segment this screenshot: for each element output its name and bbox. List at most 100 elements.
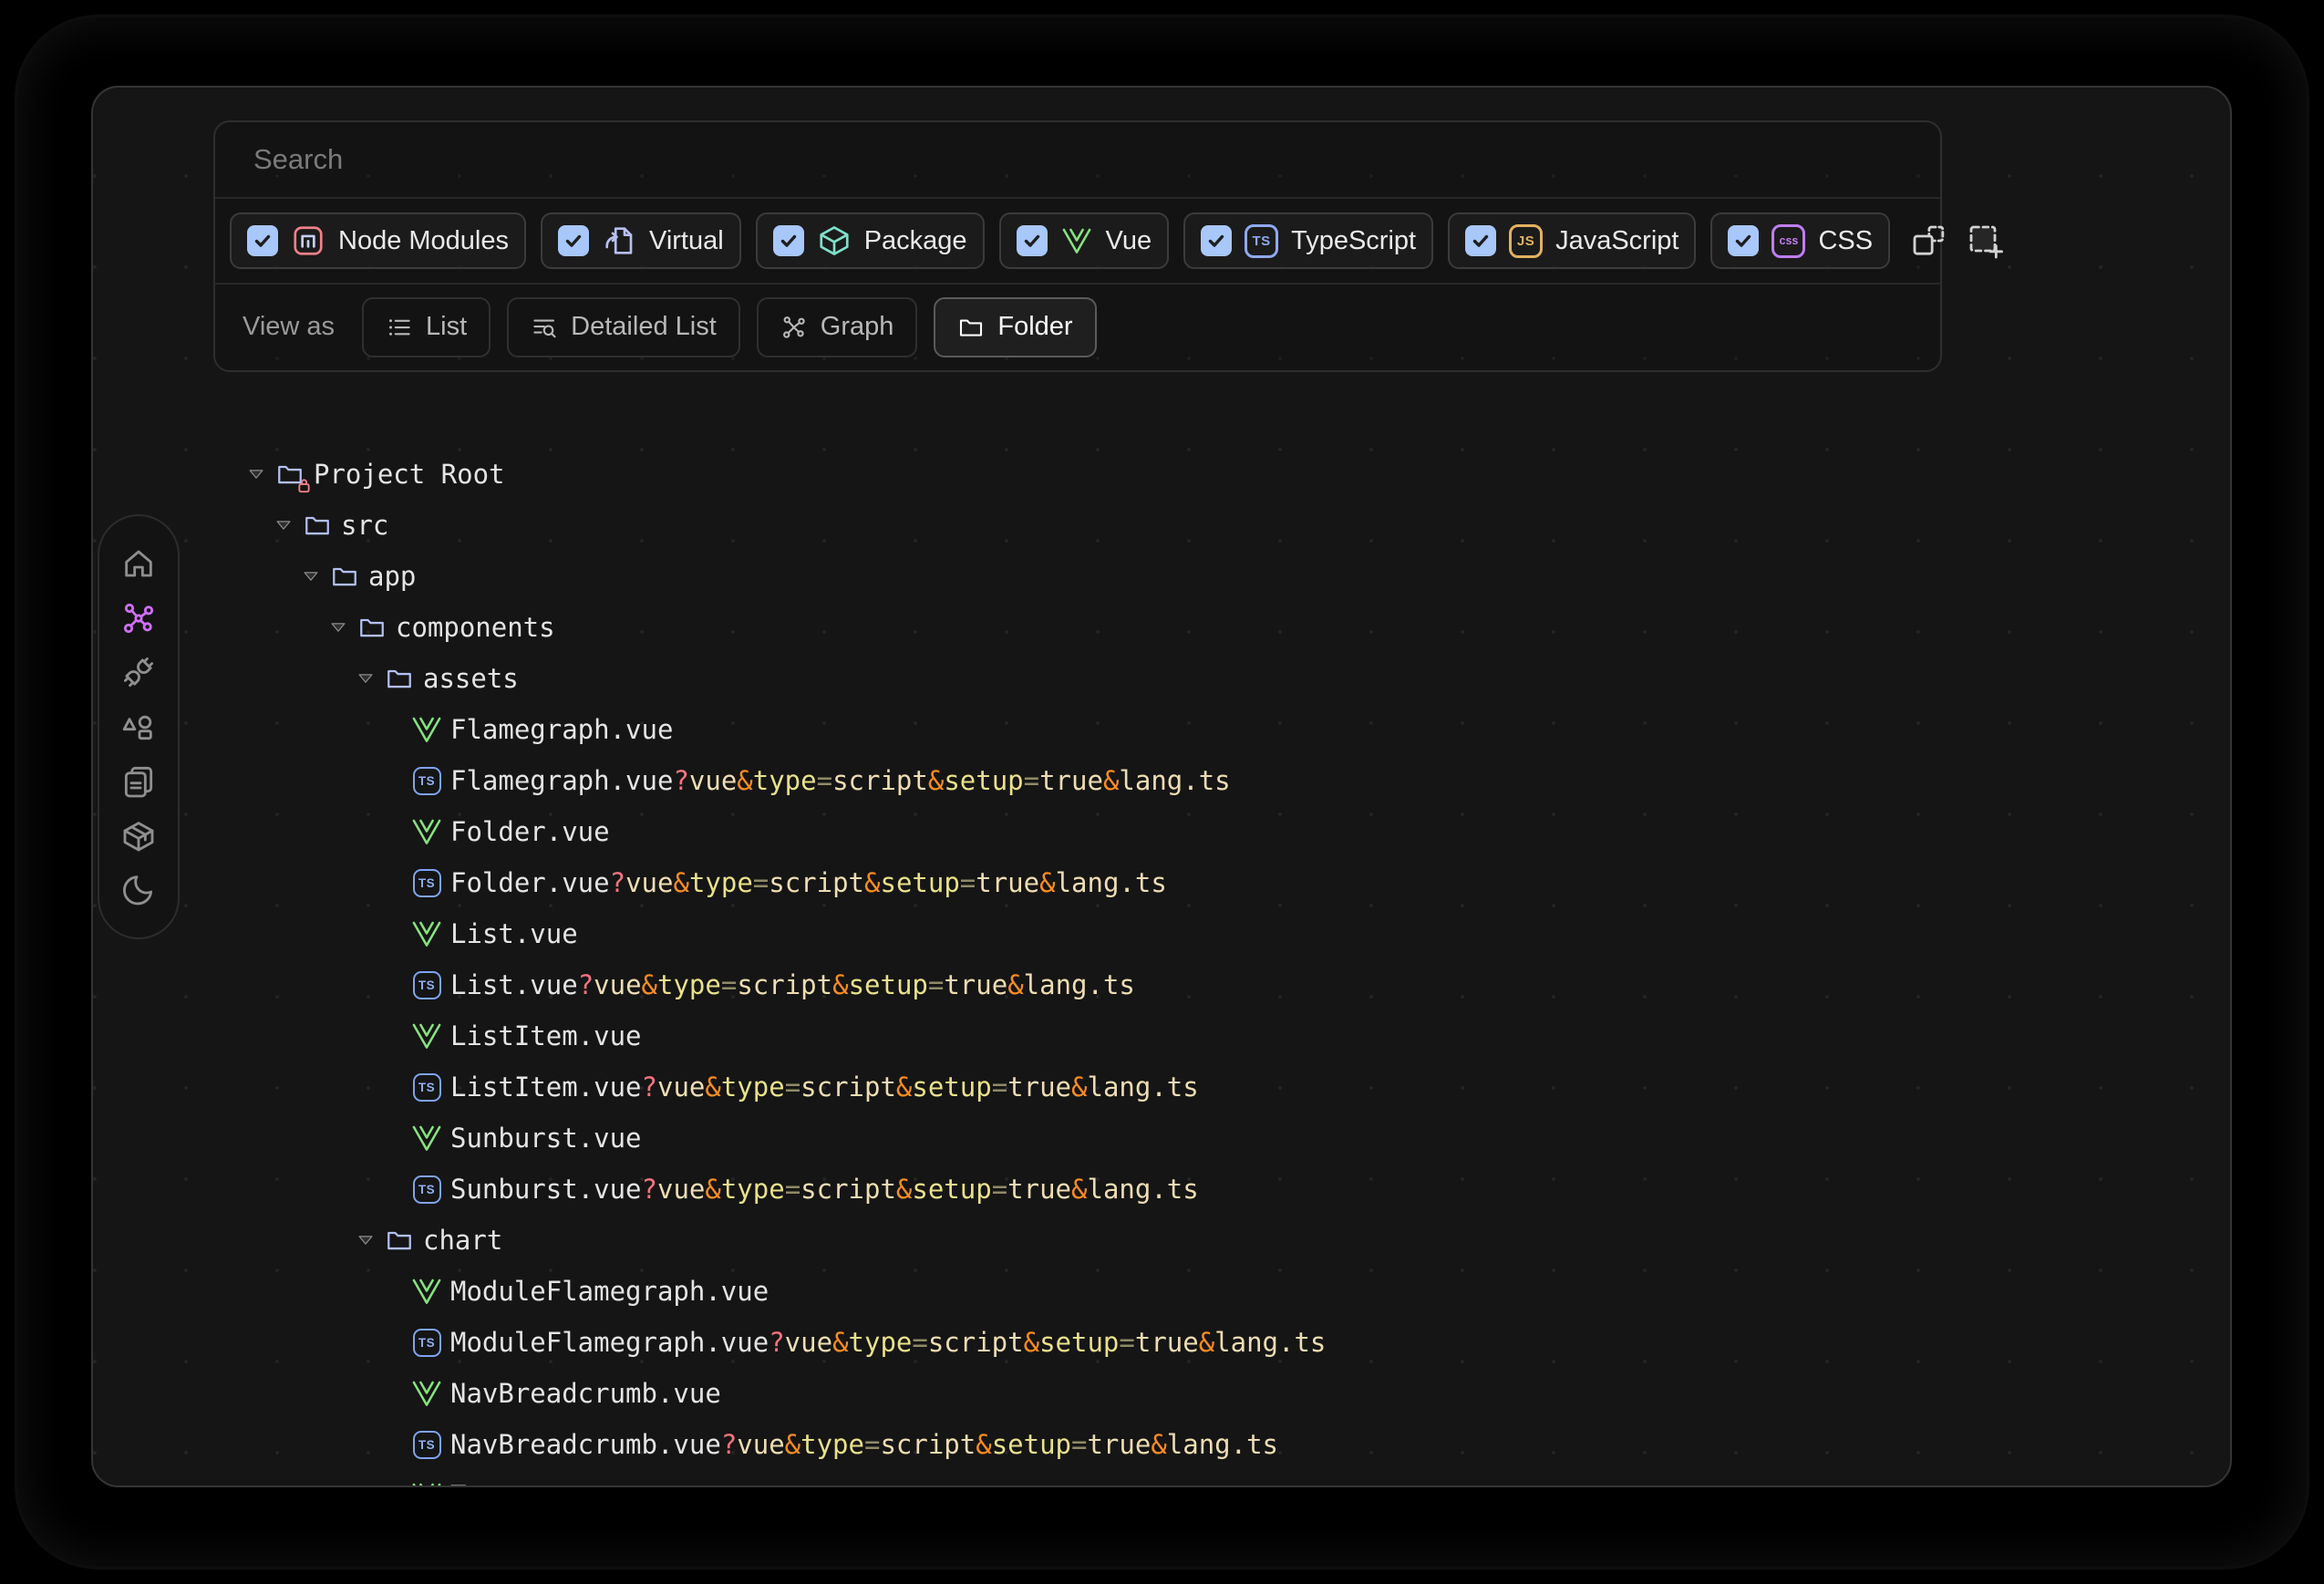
- search-input[interactable]: [252, 142, 1904, 177]
- tree-row[interactable]: Folder.vue: [93, 806, 2230, 857]
- tree-row[interactable]: ModuleFlamegraph.vue: [93, 1266, 2230, 1317]
- tree-row[interactable]: Treemap.vue: [93, 1470, 2230, 1487]
- query-part: script: [832, 765, 928, 796]
- query-part: &: [832, 1327, 848, 1358]
- checkbox[interactable]: [247, 225, 278, 256]
- filter-chip-typescript[interactable]: TSTypeScript: [1183, 212, 1433, 269]
- view-as-option-label: Folder: [997, 312, 1072, 342]
- expand-arrow-icon[interactable]: [274, 515, 301, 535]
- checkbox[interactable]: [1017, 225, 1048, 256]
- file-name: Flamegraph.vue: [450, 765, 673, 796]
- query-part: type: [657, 969, 721, 1000]
- tree-row[interactable]: components: [93, 602, 2230, 653]
- folder-icon: [356, 613, 388, 642]
- filter-label: Virtual: [649, 226, 724, 256]
- tree-row[interactable]: app: [93, 551, 2230, 602]
- file-name: ModuleFlamegraph.vue: [450, 1327, 769, 1358]
- tree-row[interactable]: TSFlamegraph.vue?vue&type=script&setup=t…: [93, 755, 2230, 806]
- app-window: Node ModulesVirtualPackageVueTSTypeScrip…: [91, 86, 2232, 1487]
- expand-arrow-icon[interactable]: [328, 617, 356, 637]
- filter-label: TypeScript: [1291, 226, 1416, 256]
- checkbox[interactable]: [558, 225, 589, 256]
- query-part: =: [785, 1072, 800, 1103]
- tree-row[interactable]: ListItem.vue: [93, 1010, 2230, 1061]
- select-area-button[interactable]: [1967, 216, 2003, 265]
- tree-row[interactable]: TSList.vue?vue&type=script&setup=true&la…: [93, 959, 2230, 1010]
- query-part: lang.ts: [1214, 1327, 1326, 1358]
- tree-row[interactable]: TSNavBreadcrumb.vue?vue&type=script&setu…: [93, 1419, 2230, 1470]
- query-part: &: [928, 765, 944, 796]
- query-part: =: [992, 1174, 1007, 1205]
- query-part: vue: [657, 1174, 705, 1205]
- tree-row[interactable]: TSSunburst.vue?vue&type=script&setup=tru…: [93, 1164, 2230, 1215]
- query-part: ?: [578, 969, 594, 1000]
- query-part: true: [1087, 1429, 1151, 1460]
- query-part: type: [849, 1327, 913, 1358]
- view-as-list-button[interactable]: List: [362, 297, 491, 357]
- query-string: ?vue&type=script&setup=true&lang.ts: [673, 765, 1230, 796]
- checkbox[interactable]: [1201, 225, 1232, 256]
- query-part: =: [753, 867, 769, 898]
- query-part: ?: [642, 1072, 657, 1103]
- query-part: lang.ts: [1167, 1429, 1278, 1460]
- query-part: &: [976, 1429, 991, 1460]
- query-part: &: [1007, 969, 1023, 1000]
- query-part: vue: [737, 1429, 784, 1460]
- query-part: vue: [689, 765, 737, 796]
- filter-chip-package[interactable]: Package: [756, 212, 985, 269]
- tree-row[interactable]: NavBreadcrumb.vue: [93, 1368, 2230, 1419]
- folder-icon: [383, 664, 416, 693]
- view-as-graph-button[interactable]: Graph: [757, 297, 918, 357]
- query-part: &: [673, 867, 688, 898]
- expand-arrow-icon[interactable]: [356, 1230, 383, 1250]
- query-part: =: [912, 1327, 927, 1358]
- filter-chip-vue[interactable]: Vue: [999, 212, 1170, 269]
- tree-row[interactable]: TSListItem.vue?vue&type=script&setup=tru…: [93, 1061, 2230, 1113]
- folder-name: chart: [423, 1225, 502, 1256]
- filter-chip-virtual[interactable]: Virtual: [541, 212, 741, 269]
- query-part: true: [1007, 1072, 1071, 1103]
- filter-chip-javascript[interactable]: JSJavaScript: [1448, 212, 1696, 269]
- view-as-option-label: Detailed List: [571, 312, 717, 342]
- tree-row[interactable]: Flamegraph.vue: [93, 704, 2230, 755]
- checkbox[interactable]: [1465, 225, 1496, 256]
- module-tree: Project RootsrcappcomponentsassetsFlameg…: [93, 449, 2230, 1487]
- view-as-folder-button[interactable]: Folder: [934, 297, 1096, 357]
- view-as-detailed-list-button[interactable]: Detailed List: [507, 297, 740, 357]
- query-part: setup: [1039, 1327, 1119, 1358]
- vue-file-icon: [410, 1479, 443, 1487]
- tree-row[interactable]: chart: [93, 1215, 2230, 1266]
- tree-row[interactable]: src: [93, 500, 2230, 551]
- vue-file-icon: [410, 1122, 443, 1154]
- checkbox[interactable]: [1728, 225, 1759, 256]
- vue-file-icon: [410, 917, 443, 950]
- query-part: &: [896, 1072, 912, 1103]
- filter-chip-node-modules[interactable]: Node Modules: [230, 212, 526, 269]
- tree-row[interactable]: Project Root: [93, 449, 2230, 500]
- tree-row[interactable]: List.vue: [93, 908, 2230, 959]
- query-string: ?vue&type=script&setup=true&lang.ts: [642, 1072, 1199, 1103]
- query-part: vue: [785, 1327, 832, 1358]
- vue-file-icon: [410, 815, 443, 848]
- query-part: =: [960, 867, 976, 898]
- ts-file-icon: TS: [410, 1175, 443, 1204]
- query-part: vue: [657, 1072, 705, 1103]
- filter-chip-css[interactable]: cssCSS: [1710, 212, 1890, 269]
- query-part: =: [1024, 765, 1039, 796]
- query-part: ?: [642, 1174, 657, 1205]
- combine-squares-button[interactable]: [1910, 216, 1947, 265]
- expand-arrow-icon[interactable]: [246, 464, 274, 484]
- query-part: &: [785, 1429, 800, 1460]
- query-part: setup: [944, 765, 1023, 796]
- expand-arrow-icon[interactable]: [356, 668, 383, 688]
- query-string: ?vue&type=script&setup=true&lang.ts: [642, 1174, 1199, 1205]
- tree-row[interactable]: TSFolder.vue?vue&type=script&setup=true&…: [93, 857, 2230, 908]
- query-part: lang.ts: [1056, 867, 1167, 898]
- tree-row[interactable]: Sunburst.vue: [93, 1113, 2230, 1164]
- expand-arrow-icon[interactable]: [301, 566, 328, 586]
- filter-label: JavaScript: [1555, 226, 1678, 256]
- tree-row[interactable]: TSModuleFlamegraph.vue?vue&type=script&s…: [93, 1317, 2230, 1368]
- tree-row[interactable]: assets: [93, 653, 2230, 704]
- checkbox[interactable]: [773, 225, 804, 256]
- ts-file-icon: TS: [410, 869, 443, 897]
